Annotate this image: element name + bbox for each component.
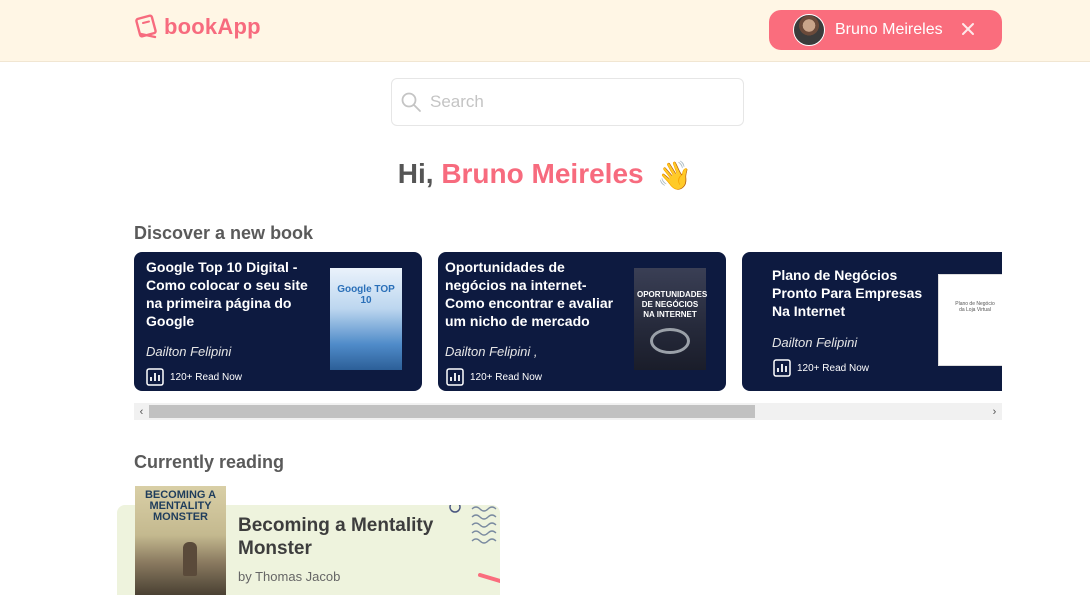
bar-chart-icon [446, 368, 464, 386]
reading-title: Currently reading [134, 452, 285, 472]
read-now-label: 120+ Read Now [797, 362, 869, 374]
read-now-stat: 120+ Read Now [773, 359, 869, 377]
current-book-author: by Thomas Jacob [238, 569, 341, 584]
book-title: Plano de Negócios Pronto Para Empresas N… [772, 267, 923, 319]
greeting-name: Bruno Meireles [441, 158, 644, 189]
search-box [391, 78, 744, 126]
book-logo-icon [135, 14, 157, 39]
book-author: Dailton Felipini [772, 335, 858, 350]
cover-title: OPORTUNIDADES DE NEGÓCIOS NA INTERNET [637, 290, 708, 319]
book-author: Dailton Felipini , [445, 344, 538, 359]
current-book-cover: BECOMING A MENTALITY MONSTER [135, 486, 226, 595]
app-logo[interactable]: bookApp [134, 14, 261, 40]
current-book-title[interactable]: Becoming a Mentality Monster [238, 514, 458, 560]
app-name: bookApp [164, 14, 261, 39]
top-bar: bookApp Bruno Meireles [0, 0, 1090, 62]
book-title: Oportunidades de negócios na internet- C… [445, 259, 614, 329]
scrollbar-thumb[interactable] [149, 405, 755, 418]
greeting: Hi, Bruno Meireles 👋 [0, 158, 1090, 192]
user-name: Bruno Meireles [835, 21, 943, 38]
book-cover: OPORTUNIDADES DE NEGÓCIOS NA INTERNET [634, 268, 708, 370]
read-now-stat: 120+ Read Now [446, 368, 542, 386]
discover-title: Discover a new book [134, 223, 314, 243]
book-card[interactable]: Plano de Negócios Pronto Para Empresas N… [742, 252, 1002, 391]
book-carousel[interactable]: Google Top 10 Digital - Como colocar o s… [134, 252, 1002, 392]
search-input[interactable] [430, 92, 720, 112]
cover-title: Google TOP 10 [337, 284, 395, 306]
read-now-stat: 120+ Read Now [146, 368, 242, 386]
avatar [793, 14, 825, 46]
book-cover: Google TOP 10 [330, 268, 402, 370]
book-card[interactable]: Oportunidades de negócios na internet- C… [438, 252, 726, 391]
cover-title: BECOMING A MENTALITY MONSTER [144, 489, 217, 523]
close-icon[interactable] [960, 21, 976, 37]
book-card[interactable]: Google Top 10 Digital - Como colocar o s… [134, 252, 422, 391]
cover-title: Plano de Negócio da Loja Virtual [955, 301, 995, 313]
waving-hand-icon: 👋 [657, 160, 693, 191]
search-icon [401, 92, 421, 112]
book-title: Google Top 10 Digital - Como colocar o s… [146, 259, 308, 329]
scroll-left-icon[interactable]: ‹ [134, 403, 149, 420]
read-now-label: 120+ Read Now [470, 371, 542, 383]
scroll-right-icon[interactable]: › [987, 403, 1002, 420]
book-cover: Plano de Negócio da Loja Virtual [938, 274, 1002, 366]
greeting-prefix: Hi, [397, 158, 434, 189]
user-menu[interactable]: Bruno Meireles [769, 10, 1002, 50]
read-now-label: 120+ Read Now [170, 371, 242, 383]
bar-chart-icon [146, 368, 164, 386]
book-author: Dailton Felipini [146, 344, 232, 359]
carousel-scrollbar[interactable]: ‹ › [134, 403, 1002, 420]
bar-chart-icon [773, 359, 791, 377]
